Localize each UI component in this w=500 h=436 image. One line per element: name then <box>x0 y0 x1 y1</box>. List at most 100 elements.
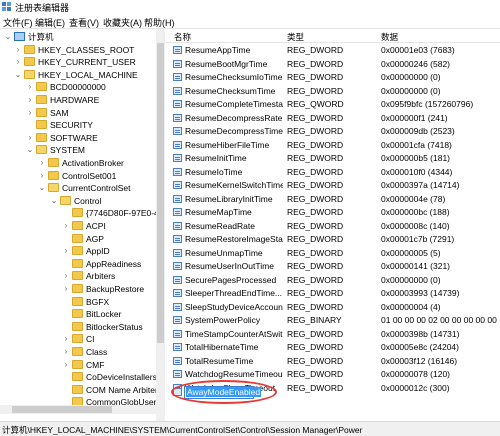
menu-edit[interactable]: 编辑(E) <box>35 16 65 29</box>
reg-value-icon <box>173 194 182 203</box>
menu-favorites[interactable]: 收藏夹(A) <box>103 16 142 29</box>
expand-chevron-icon[interactable]: ⌄ <box>26 145 34 155</box>
collapse-chevron-icon[interactable]: › <box>14 57 22 67</box>
collapse-chevron-icon[interactable]: › <box>62 246 70 256</box>
tree-vertical-scrollbar[interactable] <box>156 29 165 421</box>
tree-node-label: BCD00000000 <box>50 82 106 93</box>
folder-icon <box>72 321 83 331</box>
collapse-chevron-icon[interactable]: › <box>62 347 70 357</box>
expand-chevron-icon[interactable]: ⌄ <box>38 183 46 193</box>
collapse-chevron-icon[interactable]: › <box>62 271 70 281</box>
tree-node[interactable]: CoDeviceInstallers <box>0 371 160 383</box>
collapse-chevron-icon[interactable]: › <box>14 45 22 55</box>
value-name: ResumeLibraryInitTime <box>185 193 273 204</box>
registry-value-row[interactable]: TimeStampCounterAtSwit... REG_DWORD 0x0000… <box>166 328 500 341</box>
tree-node[interactable]: ⌄ Control <box>0 195 160 207</box>
registry-value-row[interactable]: ResumeChecksumIoTime REG_DWORD 0x00000000 … <box>166 71 500 84</box>
registry-value-row[interactable]: ResumeHiberFileTime REG_DWORD 0x00001cfa (… <box>166 139 500 152</box>
folder-icon <box>60 195 71 205</box>
collapse-chevron-icon[interactable]: › <box>26 133 34 143</box>
tree-node[interactable]: ⌄ CurrentControlSet <box>0 182 160 194</box>
registry-value-row[interactable]: ResumeIoTime REG_DWORD 0x000010f0 (4344) <box>166 166 500 179</box>
reg-value-icon <box>173 248 182 257</box>
tree-node[interactable]: › ActivationBroker <box>0 157 160 169</box>
tree-node[interactable]: BGFX <box>0 296 160 308</box>
expand-chevron-icon[interactable]: ⌄ <box>50 196 58 206</box>
registry-value-row[interactable]: ResumeAppTime REG_DWORD 0x00001e03 (7683) <box>166 44 500 57</box>
registry-value-row[interactable]: SystemPowerPolicy REG_BINARY 01 00 00 00 0… <box>166 314 500 327</box>
column-header-type[interactable]: 类型 <box>287 31 304 43</box>
collapse-chevron-icon[interactable]: › <box>26 95 34 105</box>
column-header-data[interactable]: 数据 <box>381 31 398 43</box>
registry-value-row[interactable]: ResumeReadRate REG_DWORD 0x0000008c (140) <box>166 220 500 233</box>
tree-node[interactable]: ⌄ SYSTEM <box>0 144 160 156</box>
menu-file[interactable]: 文件(F) <box>3 16 33 29</box>
registry-value-row[interactable]: TotalHibernateTime REG_DWORD 0x00005e8c (2… <box>166 341 500 354</box>
collapse-chevron-icon[interactable]: › <box>26 82 34 92</box>
registry-value-row[interactable]: ResumeUnmapTime REG_DWORD 0x00000005 (5) <box>166 247 500 260</box>
value-type: REG_DWORD <box>287 72 344 82</box>
menu-help[interactable]: 帮助(H) <box>144 16 175 29</box>
tree-scroll-thumb[interactable] <box>157 43 164 343</box>
collapse-chevron-icon[interactable]: › <box>62 360 70 370</box>
registry-value-row[interactable]: ResumeKernelSwitchTime... REG_DWORD 0x0000… <box>166 179 500 192</box>
column-header-name[interactable]: 名称 <box>174 31 191 43</box>
registry-value-row[interactable]: ResumeMapTime REG_DWORD 0x000000bc (188) <box>166 206 500 219</box>
tree-node[interactable]: › HARDWARE <box>0 94 160 106</box>
registry-value-row[interactable]: ResumeChecksumTime REG_DWORD 0x00000000 (0… <box>166 85 500 98</box>
tree-node[interactable]: › SOFTWARE <box>0 132 160 144</box>
tree-node[interactable]: › CI <box>0 333 160 345</box>
reg-value-icon <box>173 127 182 135</box>
collapse-chevron-icon[interactable]: › <box>38 158 46 168</box>
tree-node[interactable]: › ACPI <box>0 220 160 232</box>
tree-node[interactable]: BitlockerStatus <box>0 321 160 333</box>
folder-icon <box>48 183 59 193</box>
tree-node[interactable]: › ControlSet001 <box>0 170 160 182</box>
tree-node[interactable]: › AppID <box>0 245 160 257</box>
tree-node[interactable]: › CMF <box>0 359 160 371</box>
registry-value-row[interactable]: ResumeInitTime REG_DWORD 0x000000b5 (181) <box>166 152 500 165</box>
tree-node[interactable]: COM Name Arbiter <box>0 384 160 396</box>
tree-node[interactable]: › Arbiters <box>0 270 160 282</box>
collapse-chevron-icon[interactable]: › <box>26 108 34 118</box>
tree-node[interactable]: AGP <box>0 233 160 245</box>
menu-view[interactable]: 查看(V) <box>69 16 99 29</box>
registry-value-row[interactable]: SleeperThreadEndTime... REG_DWORD 0x000039… <box>166 287 500 300</box>
registry-value-row[interactable]: ResumeUserInOutTime REG_DWORD 0x00000141 (… <box>166 260 500 273</box>
registry-value-row[interactable]: SecurePagesProcessed REG_DWORD 0x00000000 … <box>166 274 500 287</box>
registry-value-row[interactable]: ResumeRestoreImageSta... REG_DWORD 0x00001… <box>166 233 500 246</box>
tree-node[interactable]: › BCD00000000 <box>0 81 160 93</box>
tree-node[interactable]: › BackupRestore <box>0 283 160 295</box>
registry-value-row[interactable]: ResumeDecompressRate REG_DWORD 0x000000f1 … <box>166 112 500 125</box>
collapse-chevron-icon[interactable]: › <box>62 221 70 231</box>
tree-node[interactable]: › Class <box>0 346 160 358</box>
tree-node[interactable]: {7746D80F-97E0-4E <box>0 207 164 219</box>
expand-chevron-icon[interactable]: ⌄ <box>4 32 12 42</box>
tree-node[interactable]: BitLocker <box>0 308 160 320</box>
tree-node[interactable]: ⌄ 计算机 <box>0 31 160 43</box>
tree-node[interactable]: ⌄ HKEY_LOCAL_MACHINE <box>0 69 160 81</box>
tree-node-label: SECURITY <box>50 120 93 131</box>
tree-node[interactable]: › HKEY_CURRENT_USER <box>0 56 160 68</box>
registry-value-row[interactable]: SleepStudyDeviceAccoun... REG_DWORD 0x0000… <box>166 301 500 314</box>
tree-node[interactable]: AppReadiness <box>0 258 160 270</box>
tree-hscroll-thumb[interactable] <box>12 406 112 413</box>
registry-value-row[interactable]: ResumeLibraryInitTime REG_DWORD 0x0000004e… <box>166 193 500 206</box>
tree-node[interactable]: › SAM <box>0 107 160 119</box>
tree-node[interactable]: › HKEY_CLASSES_ROOT <box>0 44 160 56</box>
expand-chevron-icon[interactable]: ⌄ <box>14 70 22 80</box>
collapse-chevron-icon[interactable]: › <box>62 284 70 294</box>
tree-horizontal-scrollbar[interactable] <box>0 405 156 414</box>
collapse-chevron-icon[interactable]: › <box>62 334 70 344</box>
highlight-annotation-ellipse <box>171 380 277 404</box>
registry-value-row[interactable]: ResumeDecompressTime REG_DWORD 0x000009db … <box>166 125 500 138</box>
registry-value-row[interactable]: ResumeBootMgrTime REG_DWORD 0x00000246 (58… <box>166 58 500 71</box>
values-list-pane[interactable]: 名称 类型 数据 ResumeAppTime REG_DWORD 0x00001e0… <box>166 29 500 421</box>
registry-value-row[interactable]: TotalResumeTime REG_DWORD 0x00003f12 (1614… <box>166 355 500 368</box>
tree-node[interactable]: SECURITY <box>0 119 160 131</box>
registry-value-row[interactable]: WatchdogResumeTimeout REG_DWORD 0x00000078… <box>166 368 500 381</box>
collapse-chevron-icon[interactable]: › <box>38 171 46 181</box>
value-data: 0x00000141 (321) <box>381 261 451 271</box>
registry-value-row[interactable]: ResumeCompleteTimesta... REG_QWORD 0x095f9… <box>166 98 500 111</box>
registry-tree-pane[interactable]: ⌄ 计算机 › HKEY_CLASSES_ROOT › HKEY_CURRENT_USER… <box>0 29 165 421</box>
